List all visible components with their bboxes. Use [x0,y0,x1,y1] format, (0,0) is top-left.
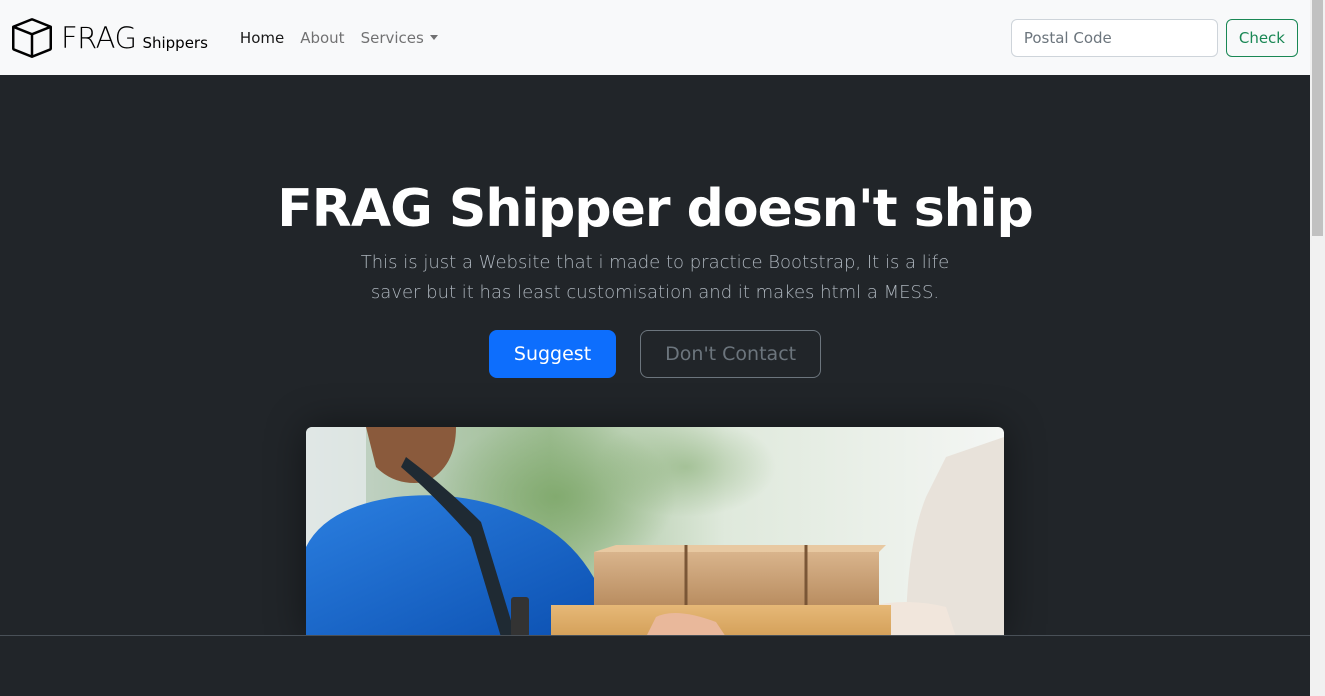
nav-home[interactable]: Home [232,21,292,55]
brand-subtitle: Shippers [142,33,208,52]
scrollbar-thumb[interactable] [1312,0,1323,236]
nav-links: Home About Services [232,21,446,55]
dont-contact-button[interactable]: Don't Contact [640,330,822,378]
hero-description: This is just a Website that i made to pr… [360,252,950,303]
nav-about[interactable]: About [292,21,352,55]
hero-title: FRAG Shipper doesn't ship [277,179,1033,239]
postal-form: Check [1010,18,1298,57]
suggest-button[interactable]: Suggest [488,330,617,378]
postal-code-input[interactable] [1010,18,1218,57]
nav-services-label: Services [360,28,424,47]
brand-link[interactable]: FRAG Shippers [12,17,208,58]
navbar: FRAG Shippers Home About Services Check [0,0,1310,75]
hero-section: FRAG Shipper doesn't ship This is just a… [0,75,1310,637]
caret-down-icon [429,34,438,40]
brand-name: FRAG [61,20,137,55]
hero-image [306,427,1004,637]
nav-services-dropdown[interactable]: Services [353,21,446,55]
hero-buttons: Suggest Don't Contact [0,330,1310,378]
check-button[interactable]: Check [1225,18,1298,57]
page-scrollbar[interactable] [1310,0,1325,696]
box-icon [12,17,52,58]
bottom-band [0,635,1310,696]
